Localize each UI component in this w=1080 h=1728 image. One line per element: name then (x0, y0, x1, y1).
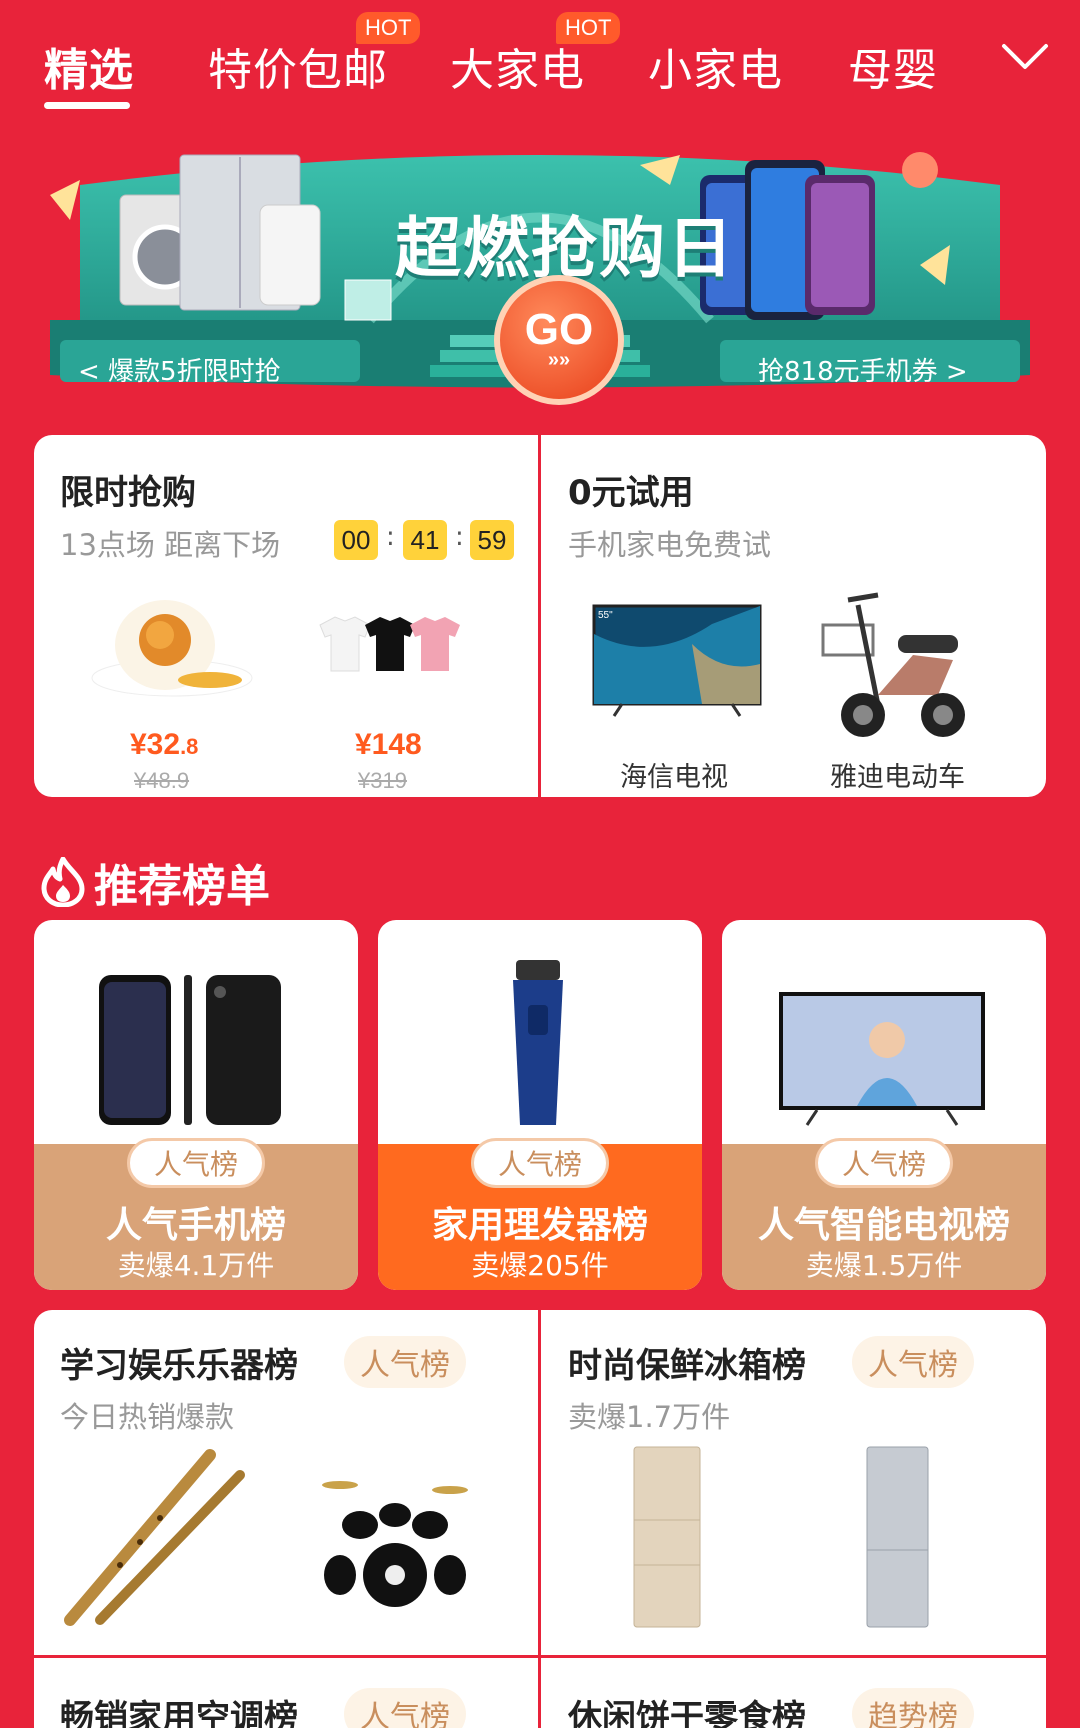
yadea-scooter-image[interactable] (818, 585, 978, 745)
hot-badge: HOT (356, 12, 421, 44)
promo-banner[interactable]: 超燃抢购日 GO »» < 爆款5折限时抢 抢818元手机券 > (40, 145, 1040, 410)
tshirt-old-price: ¥319 (358, 768, 407, 793)
popularity-tag: 人气榜 (852, 1336, 974, 1388)
chevron-down-icon[interactable] (1000, 42, 1050, 72)
rank-sold-count: 卖爆205件 (471, 1249, 609, 1282)
popularity-tag: 人气榜 (344, 1688, 466, 1728)
countdown-minutes: 41 (403, 520, 447, 560)
active-tab-indicator (44, 102, 130, 109)
countdown-sep: : (455, 522, 464, 552)
banner-right-link[interactable]: 抢818元手机券 > (758, 351, 968, 388)
card-divider-h (34, 1655, 1046, 1658)
trial-item-tv-label[interactable]: 海信电视 (620, 755, 728, 794)
fridge-list-sub: 卖爆1.7万件 (568, 1400, 731, 1434)
go-button[interactable]: GO »» (494, 275, 624, 405)
tab-small-appliances[interactable]: 小家电 (648, 34, 783, 98)
salted-egg-image[interactable] (90, 590, 255, 700)
popularity-badge: 人气榜 (814, 1138, 954, 1188)
tab-mother-baby[interactable]: 母婴 (848, 34, 938, 98)
rank-name: 人气智能电视榜 (757, 1205, 1010, 1246)
top-nav: 精选 特价包邮 HOT 大家电 HOT 小家电 母婴 (0, 0, 1080, 120)
rank-name: 人气手机榜 (105, 1205, 286, 1246)
hot-badge: HOT (556, 12, 621, 44)
fridge-list-title[interactable]: 时尚保鲜冰箱榜 (568, 1338, 806, 1387)
beige-fridge-image[interactable] (632, 1445, 702, 1630)
card-divider (538, 1310, 541, 1728)
free-trial-title[interactable]: 0元试用 (568, 465, 694, 514)
hair-clipper-image (513, 960, 563, 1125)
ranking-section-title: 推荐榜单 (40, 850, 270, 914)
hisense-tv-image[interactable]: 55" (592, 604, 762, 719)
rank-card-smart-tv[interactable]: 人气榜 人气智能电视榜 卖爆1.5万件 (722, 920, 1046, 1290)
free-trial-subtitle: 手机家电免费试 (568, 528, 772, 562)
tab-featured[interactable]: 精选 (44, 34, 134, 98)
rank-card-hair-clippers[interactable]: 人气榜 家用理发器榜 卖爆205件 (378, 920, 702, 1290)
instruments-list-title[interactable]: 学习娱乐乐器榜 (60, 1338, 298, 1387)
flash-sale-subtitle: 13点场 距离下场 (60, 528, 281, 562)
countdown-seconds: 59 (470, 520, 514, 560)
flash-sale-title[interactable]: 限时抢购 (60, 465, 196, 514)
go-arrows: »» (547, 349, 571, 371)
countdown-hours: 00 (334, 520, 378, 560)
egg-old-price: ¥48.9 (134, 768, 190, 793)
instruments-list-sub: 今日热销爆款 (60, 1400, 235, 1434)
trial-item-scooter-label[interactable]: 雅迪电动车 (830, 755, 965, 794)
rank-name: 家用理发器榜 (431, 1205, 648, 1246)
snacks-list-title[interactable]: 休闲饼干零食榜 (568, 1690, 806, 1728)
egg-price: ¥32.8 (130, 728, 199, 761)
countdown-sep: : (386, 522, 395, 552)
smart-tv-image (779, 992, 985, 1126)
svg-text:55": 55" (598, 610, 613, 621)
popularity-tag: 人气榜 (344, 1336, 466, 1388)
ranking-title-text: 推荐榜单 (94, 861, 270, 912)
iphone-image (99, 975, 281, 1125)
silver-fridge-image[interactable] (865, 1445, 930, 1630)
rank-card-phones[interactable]: 人气榜 人气手机榜 卖爆4.1万件 (34, 920, 358, 1290)
drum-kit-image[interactable] (320, 1475, 470, 1625)
popularity-badge: 人气榜 (126, 1138, 266, 1188)
flame-icon (41, 857, 85, 907)
card-divider (538, 435, 541, 797)
banner-left-link[interactable]: < 爆款5折限时抢 (78, 351, 281, 388)
trend-tag: 趋势榜 (852, 1688, 974, 1728)
rank-sold-count: 卖爆4.1万件 (117, 1249, 275, 1282)
tshirts-image[interactable] (315, 615, 465, 675)
go-label: GO (524, 305, 594, 354)
flute-image[interactable] (60, 1445, 250, 1630)
popularity-badge: 人气榜 (470, 1138, 610, 1188)
tshirt-price: ¥148 (355, 728, 422, 761)
ac-list-title[interactable]: 畅销家用空调榜 (60, 1690, 298, 1728)
rank-sold-count: 卖爆1.5万件 (805, 1249, 963, 1282)
